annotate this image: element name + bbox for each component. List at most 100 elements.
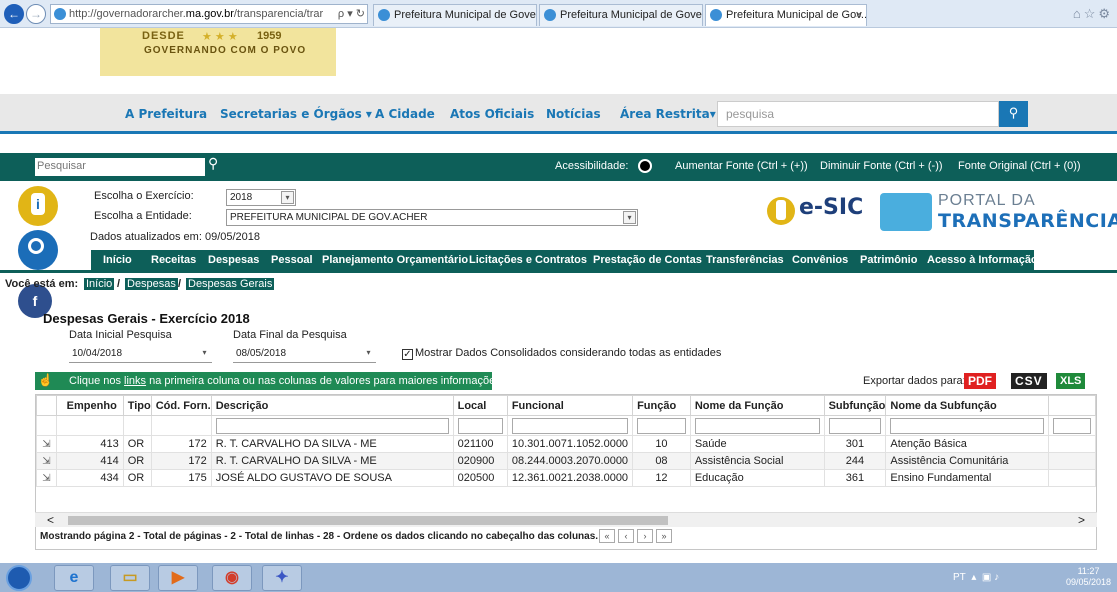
menu-inicio[interactable]: Início <box>103 254 132 266</box>
nav-noticias[interactable]: Notícias <box>546 107 601 121</box>
menu-acesso-informacao[interactable]: Acesso à Informação <box>927 254 1038 266</box>
menu-pessoal[interactable]: Pessoal <box>271 254 313 266</box>
menu-convenios[interactable]: Convênios <box>792 254 848 266</box>
filter-input-funcional[interactable] <box>511 417 629 434</box>
fonte-original-link[interactable]: Fonte Original (Ctrl + (0)) <box>958 160 1081 172</box>
browser-tab-3-active[interactable]: Prefeitura Municipal de Gov... × <box>705 4 867 26</box>
clock[interactable]: 11:27 09/05/2018 <box>1066 566 1111 588</box>
cell-empenho[interactable]: 413 <box>55 435 124 453</box>
last-page-button[interactable]: » <box>656 529 672 543</box>
nav-secretarias[interactable]: Secretarias e Órgãos ▾ <box>220 107 372 121</box>
column-header[interactable]: Descrição <box>210 395 454 416</box>
site-search-input[interactable]: pesquisa <box>717 101 999 127</box>
exercicio-select[interactable]: 2018 ▾ <box>226 189 296 206</box>
filter-input-local[interactable] <box>457 417 503 434</box>
column-header[interactable] <box>36 395 57 416</box>
menu-prestacao[interactable]: Prestação de Contas <box>593 254 702 266</box>
nav-a-cidade[interactable]: A Cidade <box>375 107 435 121</box>
internet-explorer-icon[interactable]: e <box>54 565 94 591</box>
row-detail-icon[interactable]: ⇲ <box>36 435 57 453</box>
scrollbar-thumb[interactable] <box>68 516 668 525</box>
column-header[interactable]: Nome da Subfunção <box>885 395 1050 416</box>
export-xls-button[interactable]: XLS <box>1056 373 1086 389</box>
filter-input-cut[interactable] <box>1053 417 1091 434</box>
portal-transparencia-logo[interactable]: PORTAL DA TRANSPARÊNCIA <box>880 191 1117 235</box>
home-icon[interactable]: ⌂ <box>1073 6 1084 21</box>
filter-input-descricao[interactable] <box>215 417 449 434</box>
column-header[interactable]: Empenho <box>55 395 124 416</box>
column-header[interactable]: Funcional <box>506 395 634 416</box>
column-header[interactable]: Função <box>632 395 691 416</box>
entidade-select[interactable]: PREFEITURA MUNICIPAL DE GOV.ACHER ▾ <box>226 209 638 226</box>
horizontal-scrollbar[interactable]: < > <box>35 512 1097 527</box>
menu-planejamento[interactable]: Planejamento Orçamentário <box>322 254 468 266</box>
table-row[interactable]: ⇲ 434 OR 175 JOSÉ ALDO GUSTAVO DE SOUSA … <box>36 469 1096 487</box>
nav-atos-oficiais[interactable]: Atos Oficiais <box>450 107 534 121</box>
network-icon[interactable]: ▣ <box>982 572 991 583</box>
export-csv-button[interactable]: CSV <box>1011 373 1047 389</box>
info-links-link[interactable]: links <box>124 375 146 387</box>
language-indicator[interactable]: PT <box>953 572 966 583</box>
back-arrow-icon[interactable]: ← <box>4 4 24 24</box>
filter-input-nome-subfuncao[interactable] <box>890 417 1045 434</box>
nav-a-prefeitura[interactable]: A Prefeitura <box>125 107 207 121</box>
cell-empenho[interactable]: 414 <box>55 452 124 470</box>
search-icon[interactable]: ⚲ <box>208 155 218 172</box>
export-pdf-button[interactable]: PDF <box>964 373 996 389</box>
menu-transferencias[interactable]: Transferências <box>706 254 784 266</box>
filter-input-subfuncao[interactable] <box>828 417 882 434</box>
column-header[interactable]: Cód. Forn. <box>150 395 212 416</box>
row-detail-icon[interactable]: ⇲ <box>36 452 57 470</box>
file-explorer-icon[interactable]: ▭ <box>110 565 150 591</box>
address-bar-controls-icon[interactable]: ρ ▾ ↻ <box>334 5 365 23</box>
system-tray[interactable]: PT ▴ ▣ ♪ <box>953 572 999 583</box>
search-icon[interactable] <box>18 230 58 270</box>
first-page-button[interactable]: « <box>599 529 615 543</box>
forward-arrow-icon[interactable]: → <box>26 4 46 24</box>
breadcrumb-inicio[interactable]: Início <box>84 278 115 290</box>
aumentar-fonte-link[interactable]: Aumentar Fonte (Ctrl + (+)) <box>675 160 808 172</box>
data-final-select[interactable]: 08/05/2018 ▾ <box>233 346 376 363</box>
windows-start-icon[interactable] <box>6 565 32 591</box>
column-header[interactable]: Nome da Função <box>689 395 825 416</box>
menu-patrimonio[interactable]: Patrimônio <box>860 254 917 266</box>
filter-input-funcao[interactable] <box>637 417 686 434</box>
column-header[interactable]: Tipo <box>122 395 152 416</box>
volume-icon[interactable]: ♪ <box>994 572 999 583</box>
nav-area-restrita[interactable]: Área Restrita▾ <box>620 107 716 121</box>
app-icon[interactable]: ✦ <box>262 565 302 591</box>
data-inicial-select[interactable]: 10/04/2018 ▾ <box>69 346 212 363</box>
cell-empenho[interactable]: 434 <box>55 469 124 487</box>
table-row[interactable]: ⇲ 413 OR 172 R. T. CARVALHO DA SILVA - M… <box>36 435 1096 453</box>
info-icon[interactable]: i <box>18 186 58 226</box>
column-header[interactable]: Subfunção <box>823 395 887 416</box>
scroll-right-arrow-icon[interactable]: > <box>1078 513 1085 527</box>
row-detail-icon[interactable]: ⇲ <box>36 469 57 487</box>
column-header-cut[interactable] <box>1048 395 1096 416</box>
favorites-star-icon[interactable]: ☆ <box>1084 6 1099 21</box>
table-row[interactable]: ⇲ 414 OR 172 R. T. CARVALHO DA SILVA - M… <box>36 452 1096 470</box>
browser-tab-2[interactable]: Prefeitura Municipal de Gover... <box>539 4 703 26</box>
portal-search-input[interactable]: Pesquisar <box>35 158 205 176</box>
diminuir-fonte-link[interactable]: Diminuir Fonte (Ctrl + (-)) <box>820 160 943 172</box>
filter-input-nome-funcao[interactable] <box>694 417 820 434</box>
column-header[interactable]: Local <box>452 395 508 416</box>
next-page-button[interactable]: › <box>637 529 653 543</box>
esic-logo[interactable]: e-SIC <box>767 193 867 229</box>
contrast-icon[interactable] <box>638 159 652 173</box>
menu-receitas[interactable]: Receitas <box>151 254 196 266</box>
settings-icon[interactable]: ⚙ <box>1098 6 1113 21</box>
search-icon[interactable]: ⚲ <box>999 101 1028 127</box>
media-player-icon[interactable]: ▶ <box>158 565 198 591</box>
consolidado-option[interactable]: ✓ Mostrar Dados Consolidados considerando… <box>402 347 721 360</box>
close-tab-icon[interactable]: × <box>856 5 862 25</box>
prev-page-button[interactable]: ‹ <box>618 529 634 543</box>
scroll-left-arrow-icon[interactable]: < <box>47 513 54 527</box>
menu-despesas[interactable]: Despesas <box>208 254 259 266</box>
consolidado-checkbox[interactable]: ✓ <box>402 349 413 360</box>
address-bar[interactable]: http://governadorarcher.ma.gov.br/transp… <box>50 4 368 24</box>
ie-toolbar-icons[interactable]: ⌂☆⚙ <box>1073 6 1113 22</box>
browser-tab-1[interactable]: Prefeitura Municipal de Gover... <box>373 4 537 26</box>
breadcrumb-despesas[interactable]: Despesas <box>125 278 178 290</box>
menu-licitacoes[interactable]: Licitações e Contratos <box>469 254 587 266</box>
